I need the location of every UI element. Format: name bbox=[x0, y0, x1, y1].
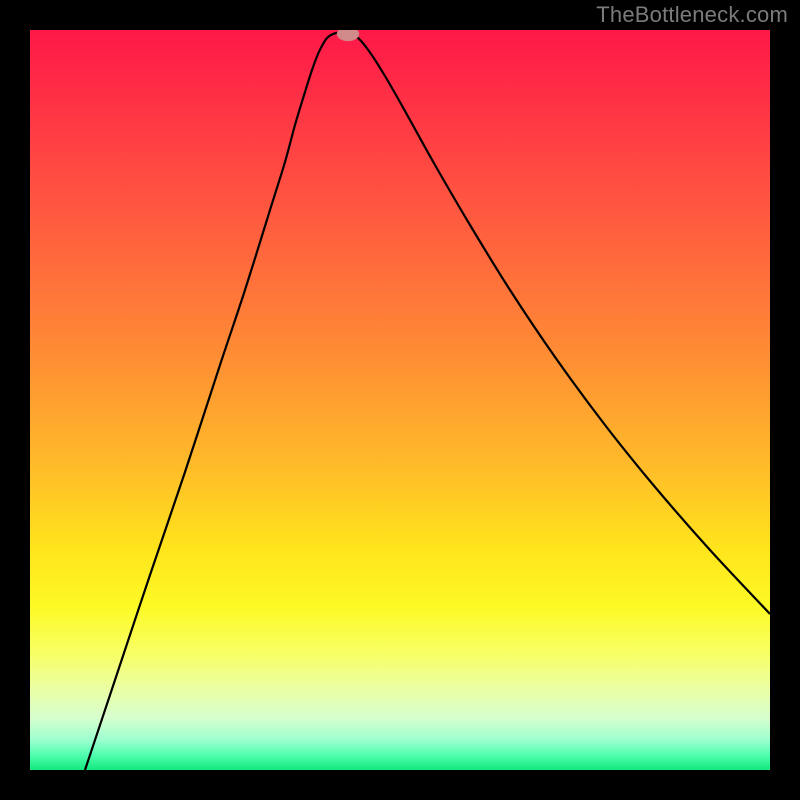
watermark-text: TheBottleneck.com bbox=[596, 2, 788, 28]
chart-outer-frame: TheBottleneck.com bbox=[0, 0, 800, 800]
chart-plot-area bbox=[30, 30, 770, 770]
optimum-marker bbox=[337, 30, 359, 41]
bottleneck-curve-line bbox=[85, 33, 770, 770]
chart-svg bbox=[30, 30, 770, 770]
